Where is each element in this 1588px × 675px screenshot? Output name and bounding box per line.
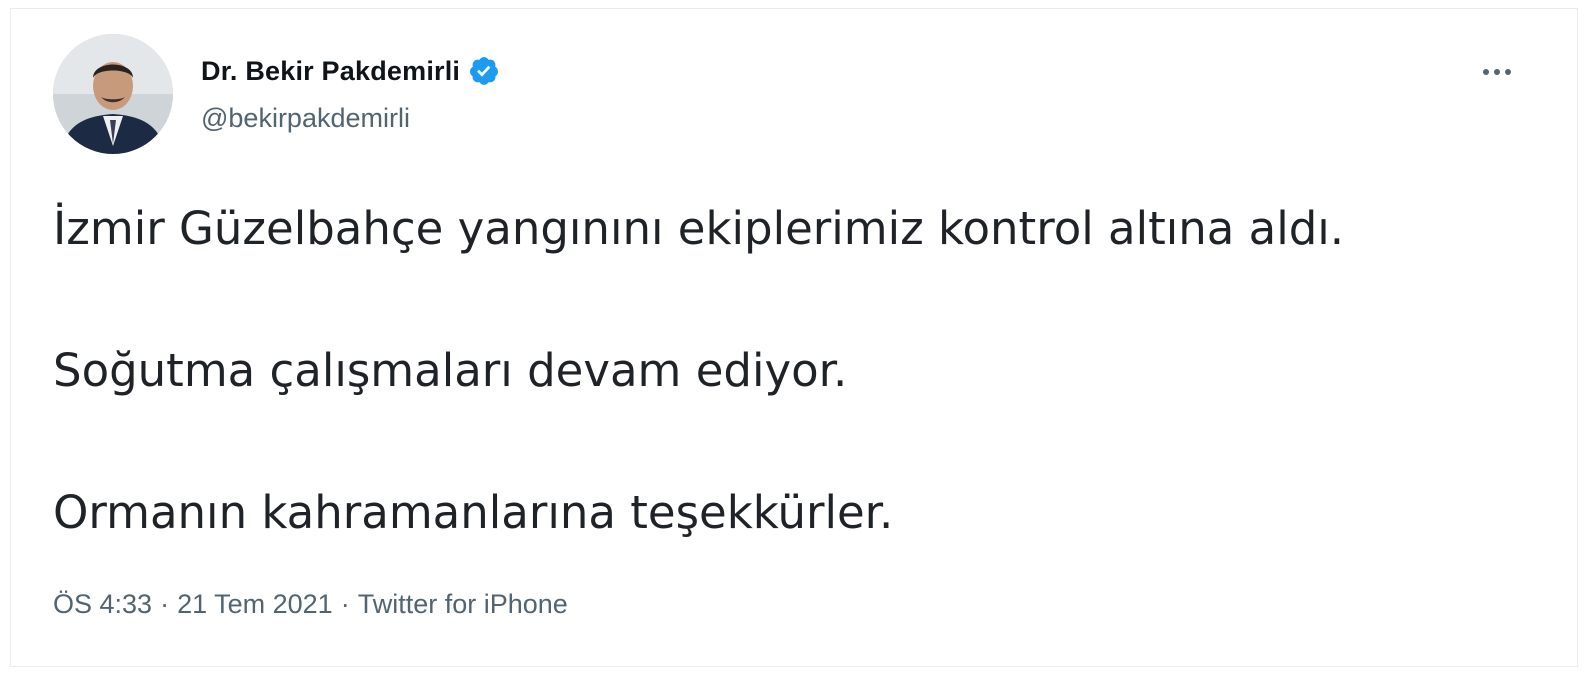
tweet-date[interactable]: 21 Tem 2021 [177, 589, 333, 620]
verified-badge-icon [470, 57, 499, 85]
author-name-row: Dr. Bekir Pakdemirli [201, 51, 500, 91]
avatar-photo-icon [53, 34, 173, 154]
tweet-card: Dr. Bekir Pakdemirli @bekirpakdemirli İz… [10, 8, 1578, 667]
tweet-text-line: İzmir Güzelbahçe yangınını ekiplerimiz k… [53, 202, 1345, 255]
tweet-meta: ÖS 4:33 · 21 Tem 2021 · Twitter for iPho… [53, 589, 568, 620]
tweet-time[interactable]: ÖS 4:33 [53, 589, 152, 620]
more-options-button[interactable] [1469, 54, 1525, 90]
meta-separator: · [160, 589, 170, 619]
ellipsis-icon [1483, 69, 1489, 75]
ellipsis-icon [1505, 69, 1511, 75]
tweet-source[interactable]: Twitter for iPhone [358, 589, 568, 620]
author-avatar[interactable] [53, 34, 173, 154]
tweet-text-line: Ormanın kahramanlarına teşekkürler. [53, 486, 894, 539]
author-handle[interactable]: @bekirpakdemirli [201, 103, 410, 134]
author-display-name[interactable]: Dr. Bekir Pakdemirli [201, 56, 460, 87]
tweet-text-line: Soğutma çalışmaları devam ediyor. [53, 344, 848, 397]
meta-separator: · [340, 589, 350, 619]
ellipsis-icon [1494, 69, 1500, 75]
